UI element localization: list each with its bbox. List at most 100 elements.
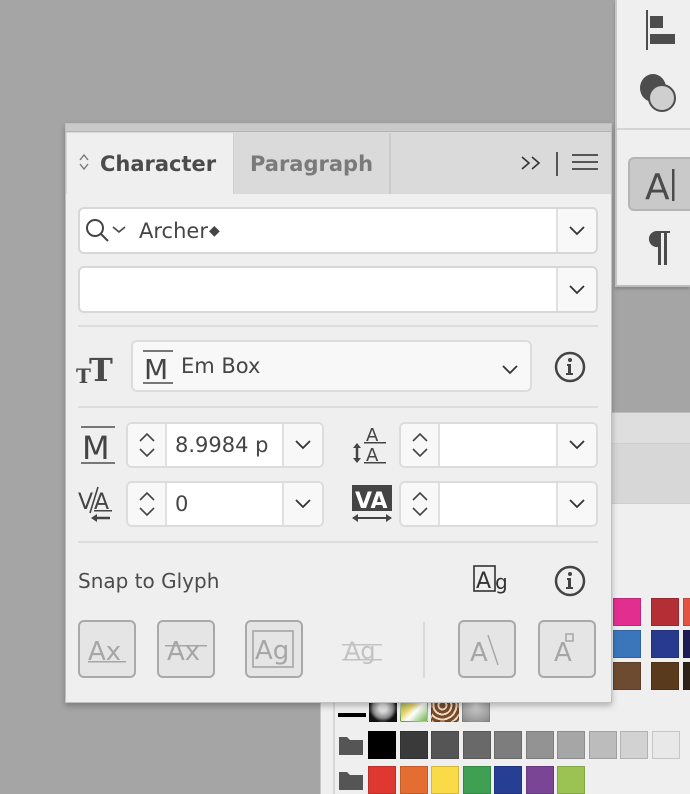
kerning-icon: VA <box>76 480 120 526</box>
svg-text:Ag: Ag <box>255 636 289 666</box>
swatch-color[interactable] <box>399 766 428 794</box>
chevron-down-icon <box>569 499 585 509</box>
em-box-icon: M <box>141 349 175 389</box>
tracking-arrows[interactable] <box>401 483 440 525</box>
panel-tabs: Character Paragraph <box>66 132 611 194</box>
swatch[interactable] <box>683 630 690 658</box>
missing-font-marker: ◆ <box>208 222 220 239</box>
svg-text:Ag: Ag <box>344 637 376 665</box>
kerning-value[interactable]: 0 <box>175 483 188 525</box>
snap-separator <box>423 622 425 678</box>
snap-x-height-button[interactable]: Ax <box>157 620 215 678</box>
swatch-group-folder-icon[interactable] <box>338 769 364 791</box>
search-icon[interactable] <box>84 218 130 248</box>
swatch[interactable] <box>651 598 679 626</box>
align-icon[interactable] <box>639 8 679 52</box>
font-size-arrows[interactable] <box>128 424 167 466</box>
swatch-gray[interactable] <box>620 731 648 759</box>
touch-type-icon: TT <box>76 348 120 388</box>
swatch-gray[interactable] <box>368 731 396 759</box>
chevron-down-icon <box>569 284 585 294</box>
character-panel-button[interactable]: A <box>628 157 690 211</box>
character-panel: Character Paragraph Archer ◆ T T M Em Bo… <box>65 123 612 703</box>
tracking-icon: VA <box>349 480 395 526</box>
swatch-gray[interactable] <box>494 731 522 759</box>
chevron-down-icon[interactable] <box>502 360 518 379</box>
kerning-dropdown[interactable] <box>282 483 322 525</box>
tab-paragraph[interactable]: Paragraph <box>234 133 391 194</box>
swatch-gray[interactable] <box>431 731 459 759</box>
font-style-field[interactable] <box>78 266 598 313</box>
chevron-down-icon <box>138 448 155 457</box>
leading-dropdown[interactable] <box>556 424 596 466</box>
swatch-color[interactable] <box>462 766 491 794</box>
swatch-gray[interactable] <box>651 731 680 759</box>
snap-baseline-button[interactable]: Ax <box>78 620 136 678</box>
tab-character[interactable]: Character <box>67 133 234 194</box>
snap-to-glyph-toggle-icon[interactable]: Ag <box>472 564 512 602</box>
font-family-dropdown[interactable] <box>556 209 596 252</box>
reference-point-select[interactable]: M Em Box <box>131 340 532 392</box>
font-style-dropdown[interactable] <box>556 268 596 311</box>
svg-text:A: A <box>476 569 491 594</box>
snap-info-icon[interactable] <box>554 565 586 601</box>
swatch-group-folder-icon[interactable] <box>338 734 364 756</box>
svg-text:M: M <box>82 429 110 465</box>
swatch-gray[interactable] <box>399 731 428 759</box>
paragraph-icon[interactable] <box>639 225 679 269</box>
font-size-stepper[interactable]: 8.9984 p <box>126 422 324 468</box>
swatch[interactable] <box>613 598 641 626</box>
proximity-guides-icon: Ag <box>342 637 382 665</box>
kerning-arrows[interactable] <box>128 483 167 525</box>
leading-stepper[interactable] <box>399 422 598 468</box>
hamburger-menu-icon[interactable] <box>572 152 598 176</box>
divider <box>78 541 598 543</box>
snap-glyph-bounds-button[interactable]: Ag <box>245 620 303 678</box>
pathfinder-icon[interactable] <box>637 70 681 114</box>
font-family-field[interactable]: Archer ◆ <box>78 207 598 254</box>
font-family-input[interactable]: Archer ◆ <box>139 209 220 252</box>
chevron-down-icon <box>295 440 311 450</box>
swatch-gray[interactable] <box>525 731 554 759</box>
swatch[interactable] <box>613 662 641 690</box>
swatch-gray[interactable] <box>462 731 491 759</box>
snap-angular-guides-button[interactable]: A <box>458 620 516 678</box>
swatch[interactable] <box>651 630 679 658</box>
leading-arrows[interactable] <box>401 424 440 466</box>
tracking-dropdown[interactable] <box>556 483 596 525</box>
svg-text:A: A <box>645 167 670 208</box>
swatch-gray[interactable] <box>588 731 617 759</box>
font-size-dropdown[interactable] <box>282 424 322 466</box>
chevron-down-icon <box>138 507 155 516</box>
swatch[interactable] <box>613 630 641 658</box>
chevron-up-icon <box>138 492 155 501</box>
tracking-stepper[interactable] <box>399 481 598 527</box>
swatch-color[interactable] <box>557 766 585 794</box>
kerning-stepper[interactable]: 0 <box>126 481 324 527</box>
right-tool-dock: A <box>615 0 690 287</box>
snap-anchor-point-button[interactable]: A <box>538 620 596 678</box>
collapse-panel-icon[interactable] <box>520 152 542 176</box>
font-size-value[interactable]: 8.9984 p <box>175 424 269 466</box>
swatch-color[interactable] <box>494 766 522 794</box>
svg-text:A: A <box>554 638 572 668</box>
leading-icon: AA <box>349 422 395 468</box>
swatch-color[interactable] <box>368 766 396 794</box>
tools-separator <box>556 151 558 176</box>
glyph-bounds-icon: Ag <box>252 630 294 668</box>
panel-drag-bar[interactable] <box>66 124 611 132</box>
divider <box>78 406 598 408</box>
swatch[interactable] <box>651 662 679 690</box>
info-icon[interactable] <box>554 351 586 387</box>
swatch-gray[interactable] <box>557 731 585 759</box>
swatch-color[interactable] <box>431 766 459 794</box>
panel-resize-icon[interactable] <box>78 152 92 176</box>
svg-text:VA: VA <box>355 489 388 514</box>
swatch[interactable] <box>683 662 690 690</box>
snap-to-glyph-label: Snap to Glyph <box>78 569 220 593</box>
baseline-glyph-icon: Ax <box>88 637 126 667</box>
swatch-color[interactable] <box>525 766 554 794</box>
svg-text:g: g <box>495 570 508 594</box>
divider <box>78 325 598 327</box>
swatch[interactable] <box>683 598 690 626</box>
